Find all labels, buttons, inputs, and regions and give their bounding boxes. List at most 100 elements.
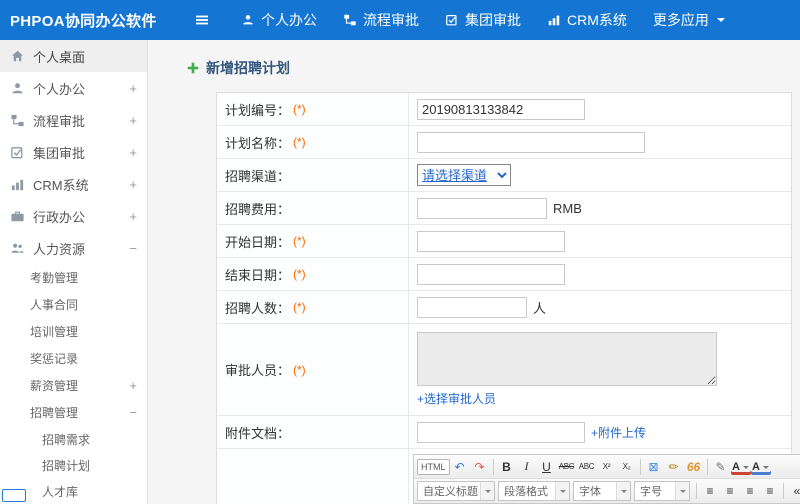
- editor-toolbar-row2: 自定义标题 段落格式 字体 字号 ≡ ≡ ≡ ≡ «: [414, 479, 800, 503]
- font-size-select[interactable]: 字号: [634, 481, 690, 501]
- sidebar-item-admin-office[interactable]: 行政办公 +: [0, 200, 147, 232]
- plan-name-input[interactable]: [417, 131, 645, 153]
- bg-color-icon[interactable]: A: [751, 459, 771, 475]
- required-mark: (*): [293, 234, 306, 248]
- sidebar-item-label: 个人办公: [33, 81, 86, 97]
- approval-icon: [10, 145, 25, 160]
- approval-icon: [445, 13, 459, 27]
- html-source-button[interactable]: HTML: [417, 458, 450, 475]
- main-content: 新增招聘计划 计划编号： (*) 计划名称： (*): [148, 40, 800, 504]
- app-window: PHPOA协同办公软件 个人办公 流程审批 集团审批 CRM系统 更多应用 个人…: [0, 0, 800, 504]
- spellcheck-icon[interactable]: ABC: [577, 457, 597, 477]
- blockquote-icon[interactable]: 66: [684, 457, 704, 477]
- sidebar-item-hr-contract[interactable]: 人事合同: [0, 291, 147, 318]
- align-justify-icon[interactable]: ≡: [760, 481, 780, 501]
- nav-more-apps[interactable]: 更多应用: [640, 0, 738, 40]
- attachment-input[interactable]: [417, 421, 585, 443]
- app-logo: PHPOA协同办公软件: [10, 12, 157, 30]
- sidebar-item-salary[interactable]: 薪资管理 +: [0, 372, 147, 399]
- sidebar-item-recruit-plan[interactable]: 招聘计划: [0, 452, 147, 478]
- people-icon: [10, 241, 25, 256]
- sidebar-item-rewards[interactable]: 奖惩记录: [0, 345, 147, 372]
- headcount-input[interactable]: [417, 296, 527, 318]
- sidebar-subitem-label: 薪资管理: [30, 379, 79, 393]
- italic-icon[interactable]: I: [517, 457, 537, 477]
- sidebar-item-crm[interactable]: CRM系统 +: [0, 168, 147, 200]
- form-row-attachment: 附件文档： +附件上传: [217, 416, 791, 449]
- nav-label: CRM系统: [567, 12, 627, 28]
- pencil-icon[interactable]: ✎: [711, 457, 731, 477]
- sidebar-item-recruit-demand[interactable]: 招聘需求: [0, 426, 147, 452]
- sidebar-item-attendance[interactable]: 考勤管理: [0, 264, 147, 291]
- floating-widget[interactable]: [2, 489, 26, 502]
- indent-decrease-icon[interactable]: «: [787, 481, 800, 501]
- home-icon: [10, 49, 25, 64]
- sidebar-subitem-label: 招聘计划: [42, 458, 91, 473]
- expand-icon: +: [129, 378, 137, 393]
- sidebar-subitem-label: 人才库: [42, 484, 79, 499]
- sidebar-subitem-label: 奖惩记录: [30, 352, 79, 366]
- redo-icon[interactable]: ↷: [470, 457, 490, 477]
- sidebar-item-workflow[interactable]: 流程审批 +: [0, 104, 147, 136]
- separator: [706, 458, 708, 475]
- top-nav: 个人办公 流程审批 集团审批 CRM系统 更多应用: [228, 0, 738, 40]
- field-label: 结束日期： (*): [217, 258, 409, 290]
- sidebar-item-personal-office[interactable]: 个人办公 +: [0, 72, 147, 104]
- bold-icon[interactable]: B: [497, 457, 517, 477]
- end-date-input[interactable]: [417, 263, 565, 285]
- menu-icon[interactable]: [190, 8, 214, 32]
- chart-icon: [10, 177, 25, 192]
- subscript-icon[interactable]: X₂: [617, 457, 637, 477]
- approvers-textarea[interactable]: [417, 332, 717, 386]
- required-mark: (*): [293, 300, 306, 314]
- nav-group-approval[interactable]: 集团审批: [432, 0, 534, 40]
- user-icon: [10, 81, 25, 96]
- align-right-icon[interactable]: ≡: [740, 481, 760, 501]
- strikethrough-icon[interactable]: ABC: [557, 457, 577, 477]
- field-label: 计划编号： (*): [217, 93, 409, 125]
- nav-crm[interactable]: CRM系统: [534, 0, 640, 40]
- expand-icon: +: [129, 208, 137, 224]
- start-date-input[interactable]: [417, 230, 565, 252]
- attachment-upload-link[interactable]: +附件上传: [591, 424, 646, 441]
- cost-unit: RMB: [553, 200, 582, 216]
- underline-icon[interactable]: U: [537, 457, 557, 477]
- channel-select[interactable]: 请选择渠道: [417, 164, 511, 186]
- sidebar-item-group-approval[interactable]: 集团审批 +: [0, 136, 147, 168]
- align-left-icon[interactable]: ≡: [700, 481, 720, 501]
- nav-label: 个人办公: [261, 12, 317, 28]
- user-icon: [241, 13, 255, 27]
- sidebar-subitem-label: 人事合同: [30, 298, 79, 312]
- custom-heading-select[interactable]: 自定义标题: [417, 481, 495, 501]
- sidebar-item-label: CRM系统: [33, 177, 89, 193]
- expand-icon: +: [129, 176, 137, 192]
- select-approvers-link[interactable]: +选择审批人员: [417, 390, 496, 407]
- sidebar-item-desktop[interactable]: 个人桌面: [0, 40, 147, 72]
- cost-input[interactable]: [417, 197, 547, 219]
- headcount-unit: 人: [533, 300, 547, 316]
- required-mark: (*): [293, 102, 306, 116]
- sidebar-item-label: 行政办公: [33, 209, 86, 225]
- nav-personal-office[interactable]: 个人办公: [228, 0, 330, 40]
- field-label: 招聘费用：: [217, 192, 409, 224]
- font-family-select[interactable]: 字体: [573, 481, 631, 501]
- sidebar: 个人桌面 个人办公 + 流程审批 + 集团审批 + CRM系统 + 行政办公 +…: [0, 40, 148, 504]
- separator: [783, 483, 784, 499]
- superscript-icon[interactable]: X²: [597, 457, 617, 477]
- paragraph-format-select[interactable]: 段落格式: [498, 481, 570, 501]
- remove-format-icon[interactable]: ⊠: [644, 457, 664, 477]
- plan-number-input[interactable]: [417, 98, 585, 120]
- sidebar-item-training[interactable]: 培训管理: [0, 318, 147, 345]
- font-color-icon[interactable]: A: [731, 459, 751, 475]
- chevron-down-icon: [716, 18, 725, 26]
- sidebar-item-hr[interactable]: 人力资源 −: [0, 232, 147, 264]
- format-brush-icon[interactable]: ✏: [664, 457, 684, 477]
- topbar: PHPOA协同办公软件 个人办公 流程审批 集团审批 CRM系统 更多应用: [0, 0, 800, 40]
- separator: [492, 458, 494, 475]
- form-row-plan-name: 计划名称： (*): [217, 126, 791, 159]
- sidebar-item-recruitment[interactable]: 招聘管理 −: [0, 399, 147, 426]
- nav-label: 集团审批: [465, 12, 521, 28]
- undo-icon[interactable]: ↶: [450, 457, 470, 477]
- nav-workflow-approval[interactable]: 流程审批: [330, 0, 432, 40]
- align-center-icon[interactable]: ≡: [720, 481, 740, 501]
